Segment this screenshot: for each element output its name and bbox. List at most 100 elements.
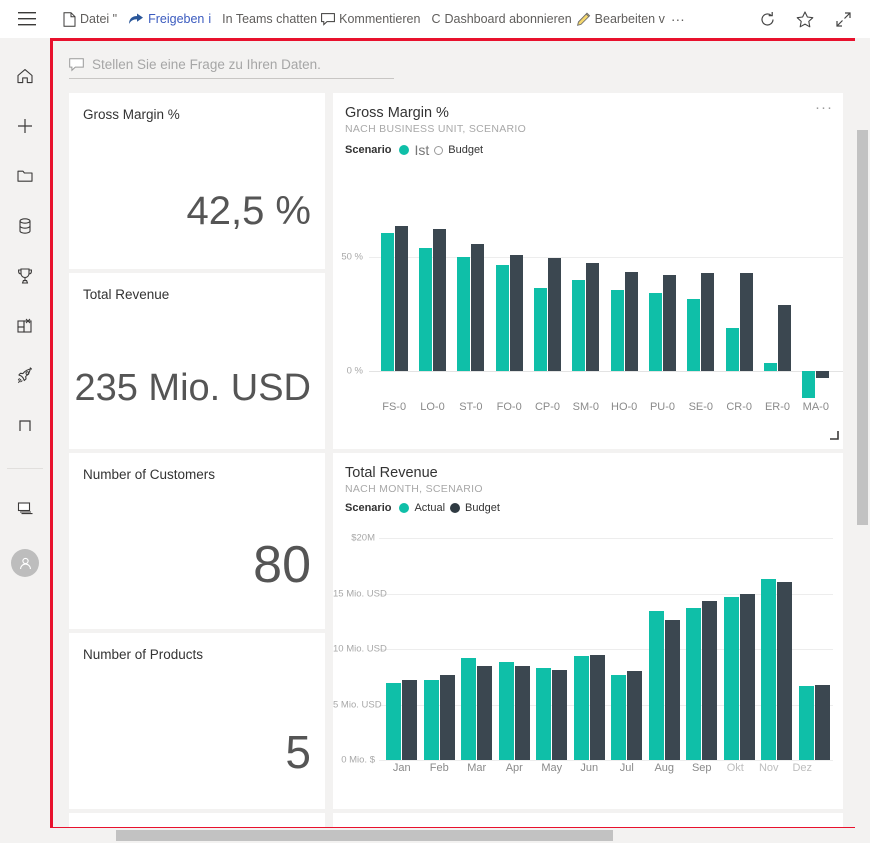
bar-CP-0-Budget[interactable] bbox=[548, 258, 561, 371]
bar-Jun-Actual[interactable] bbox=[574, 656, 589, 760]
home-icon bbox=[15, 66, 35, 86]
sidebar-item-goals[interactable] bbox=[5, 256, 45, 296]
bar-LO-0-Ist[interactable] bbox=[419, 248, 432, 371]
bar-FO-0-Budget[interactable] bbox=[510, 255, 523, 371]
subscribe-dashboard-button[interactable]: Dashboard abonnieren bbox=[442, 0, 573, 38]
edit-button[interactable]: Bearbeiten v bbox=[574, 0, 667, 38]
bar-SM-0-Ist[interactable] bbox=[572, 280, 585, 371]
sidebar-item-data-hub[interactable] bbox=[5, 206, 45, 246]
bar-Dez-Actual[interactable] bbox=[799, 686, 814, 760]
bar-CR-0-Ist[interactable] bbox=[726, 328, 739, 371]
bar-Okt-Actual[interactable] bbox=[724, 597, 739, 760]
bar-MA-0-Ist[interactable] bbox=[802, 371, 815, 398]
x-label-PU-0: PU-0 bbox=[643, 401, 681, 413]
fullscreen-button[interactable] bbox=[832, 8, 854, 30]
bar-Mar-Actual[interactable] bbox=[461, 658, 476, 760]
legend-dot-budget bbox=[450, 503, 460, 513]
bar-ST-0-Budget[interactable] bbox=[471, 244, 484, 371]
file-menu-button[interactable]: Datei " bbox=[61, 0, 119, 38]
bar-FS-0-Budget[interactable] bbox=[395, 226, 408, 371]
chart-bars bbox=[383, 529, 833, 761]
tile-kpi-gross-margin[interactable]: Gross Margin % 42,5 % bbox=[69, 93, 325, 269]
sidebar-item-create[interactable] bbox=[5, 106, 45, 146]
bar-Feb-Budget[interactable] bbox=[440, 675, 455, 760]
chat-in-teams-button[interactable]: In Teams chatten bbox=[220, 0, 319, 38]
create-plus-icon bbox=[15, 116, 35, 136]
bar-Sep-Budget[interactable] bbox=[702, 601, 717, 760]
bar-Mar-Budget[interactable] bbox=[477, 666, 492, 760]
goals-trophy-icon bbox=[15, 266, 35, 286]
x-label-Feb: Feb bbox=[421, 762, 459, 774]
bar-Nov-Budget[interactable] bbox=[777, 582, 792, 760]
horizontal-scrollbar-thumb[interactable] bbox=[116, 830, 613, 841]
bar-SM-0-Budget[interactable] bbox=[586, 263, 599, 371]
bar-HO-0-Ist[interactable] bbox=[611, 290, 624, 371]
share-button[interactable]: Freigeben bbox=[126, 0, 206, 38]
bar-ER-0-Budget[interactable] bbox=[778, 305, 791, 371]
comment-button[interactable]: Kommentieren bbox=[319, 0, 422, 38]
bar-FS-0-Ist[interactable] bbox=[381, 233, 394, 371]
user-account-button[interactable] bbox=[5, 543, 45, 583]
bar-CR-0-Budget[interactable] bbox=[740, 273, 753, 371]
bar-HO-0-Budget[interactable] bbox=[625, 272, 638, 371]
tile-chart-total-revenue-by-month[interactable]: Total Revenue NACH MONTH, SCENARIO Scena… bbox=[333, 453, 843, 809]
kpi-value: 5 bbox=[69, 725, 311, 779]
qna-placeholder-text: Stellen Sie eine Frage zu Ihren Daten. bbox=[92, 57, 321, 72]
ytick-label-20: $20M bbox=[333, 533, 375, 544]
horizontal-scrollbar-track[interactable] bbox=[50, 828, 870, 843]
bar-Dez-Budget[interactable] bbox=[815, 685, 830, 760]
bar-Okt-Budget[interactable] bbox=[740, 594, 755, 761]
sidebar-item-home[interactable] bbox=[5, 56, 45, 96]
bar-PU-0-Ist[interactable] bbox=[649, 293, 662, 371]
bar-Jun-Budget[interactable] bbox=[590, 655, 605, 760]
sidebar-item-metrics[interactable] bbox=[5, 406, 45, 446]
bar-Nov-Actual[interactable] bbox=[761, 579, 776, 760]
subscribe-prefix[interactable]: C bbox=[429, 0, 442, 38]
bar-Jan-Budget[interactable] bbox=[402, 680, 417, 760]
vertical-scrollbar-track[interactable] bbox=[855, 38, 870, 843]
bar-PU-0-Budget[interactable] bbox=[663, 275, 676, 371]
bar-Apr-Actual[interactable] bbox=[499, 662, 514, 760]
legend-title: Scenario bbox=[345, 144, 391, 156]
bar-Apr-Budget[interactable] bbox=[515, 666, 530, 760]
qna-search-input[interactable]: Stellen Sie eine Frage zu Ihren Daten. bbox=[69, 51, 394, 79]
hamburger-icon bbox=[18, 12, 36, 26]
legend-label-ist: Ist bbox=[414, 142, 429, 158]
bar-SE-0-Budget[interactable] bbox=[701, 273, 714, 371]
sidebar-item-deployment-pipelines[interactable] bbox=[5, 356, 45, 396]
bar-ER-0-Ist[interactable] bbox=[764, 363, 777, 371]
more-commands-button[interactable]: ··· bbox=[667, 11, 689, 27]
sidebar-item-workspaces[interactable] bbox=[5, 489, 45, 529]
bar-MA-0-Budget[interactable] bbox=[816, 371, 829, 378]
kpi-value: 42,5 % bbox=[69, 189, 311, 234]
tile-chart-gross-margin-by-business-unit[interactable]: ··· Gross Margin % NACH BUSINESS UNIT, S… bbox=[333, 93, 843, 449]
bar-Jan-Actual[interactable] bbox=[386, 683, 401, 760]
bar-CP-0-Ist[interactable] bbox=[534, 288, 547, 371]
bar-May-Actual[interactable] bbox=[536, 668, 551, 760]
bar-FO-0-Ist[interactable] bbox=[496, 265, 509, 371]
chart-header: ··· Gross Margin % NACH BUSINESS UNIT, S… bbox=[333, 93, 843, 158]
bar-LO-0-Budget[interactable] bbox=[433, 229, 446, 372]
refresh-button[interactable] bbox=[756, 8, 778, 30]
legend-label-budget: Budget bbox=[448, 144, 483, 156]
bar-Sep-Actual[interactable] bbox=[686, 608, 701, 760]
hamburger-menu-button[interactable] bbox=[0, 0, 54, 38]
bar-ST-0-Ist[interactable] bbox=[457, 257, 470, 371]
tile-more-options-button[interactable]: ··· bbox=[815, 103, 833, 113]
tile-kpi-number-of-products[interactable]: Number of Products 5 bbox=[69, 633, 325, 809]
tile-resize-grip[interactable] bbox=[829, 427, 839, 445]
share-secondary-label[interactable]: i bbox=[206, 0, 213, 38]
tile-kpi-number-of-customers[interactable]: Number of Customers 80 bbox=[69, 453, 325, 629]
bar-Jul-Actual[interactable] bbox=[611, 675, 626, 760]
sidebar-item-apps[interactable] bbox=[5, 306, 45, 346]
tile-kpi-total-revenue[interactable]: Total Revenue 235 Mio. USD bbox=[69, 273, 325, 449]
favorite-button[interactable] bbox=[794, 8, 816, 30]
bar-SE-0-Ist[interactable] bbox=[687, 299, 700, 371]
bar-May-Budget[interactable] bbox=[552, 670, 567, 760]
bar-Jul-Budget[interactable] bbox=[627, 671, 642, 760]
bar-Aug-Budget[interactable] bbox=[665, 620, 680, 760]
bar-Feb-Actual[interactable] bbox=[424, 680, 439, 760]
sidebar-item-browse[interactable] bbox=[5, 156, 45, 196]
vertical-scrollbar-thumb[interactable] bbox=[857, 130, 868, 525]
bar-Aug-Actual[interactable] bbox=[649, 611, 664, 760]
